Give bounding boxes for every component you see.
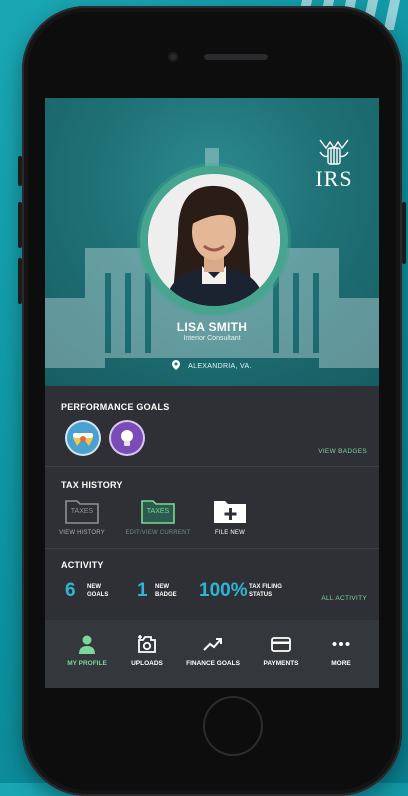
volume-button: [18, 202, 22, 248]
volume-button: [18, 156, 22, 186]
performance-goals-title: PERFORMANCE GOALS: [61, 402, 170, 412]
earpiece-speaker: [204, 54, 268, 60]
stat-value: 1: [137, 580, 148, 601]
tab-label: MY PROFILE: [67, 660, 107, 667]
badge-wings[interactable]: [67, 422, 99, 454]
activity-title: ACTIVITY: [61, 560, 104, 570]
tab-my-profile[interactable]: MY PROFILE: [55, 620, 119, 688]
front-camera: [168, 52, 178, 62]
stat-label: NEW GOALS: [87, 584, 109, 598]
tax-history-title: TAX HISTORY: [61, 480, 123, 490]
trend-up-icon: [203, 638, 222, 651]
profile-name: LISA SMITH: [176, 320, 248, 334]
file-new-button[interactable]: FILE NEW: [205, 498, 255, 536]
folder-label: TAXES: [146, 508, 170, 515]
folder-icon: TAXES: [141, 498, 175, 524]
tab-label: PAYMENTS: [263, 660, 299, 667]
avatar: [148, 174, 280, 306]
profile-hero: IRS LISA SMITH Interior Consultant ALEXA…: [45, 98, 379, 386]
eagle-icon: [319, 139, 349, 165]
camera-add-icon: [138, 635, 156, 653]
wings-badge-icon: [73, 433, 93, 446]
power-button: [402, 202, 406, 264]
stat-label: TAX FILING STATUS: [249, 584, 282, 598]
section-divider: [45, 548, 379, 549]
stat-value: 100%: [199, 580, 248, 601]
profile-avatar-ring[interactable]: [140, 166, 288, 314]
all-activity-link[interactable]: ALL ACTIVITY: [321, 595, 367, 602]
home-button[interactable]: [203, 696, 263, 756]
lightbulb-badge-icon: [121, 430, 133, 446]
tab-payments[interactable]: PAYMENTS: [251, 620, 311, 688]
profile-location: ALEXANDRIA, VA.: [45, 360, 379, 370]
person-icon: [79, 635, 95, 654]
irs-logo: IRS: [313, 136, 355, 190]
volume-button: [18, 258, 22, 304]
folder-label: TAXES: [70, 508, 94, 515]
stat-value: 6: [65, 580, 76, 601]
stat-label: NEW BADGE: [155, 584, 177, 598]
edit-view-current-label: EDIT/VIEW CURRENT: [125, 530, 191, 536]
more-dots-icon: [332, 642, 350, 646]
portrait-image: [148, 174, 280, 306]
view-badges-link[interactable]: VIEW BADGES: [318, 448, 367, 455]
view-history-button[interactable]: TAXES VIEW HISTORY: [57, 498, 107, 536]
section-divider: [45, 466, 379, 467]
badge-lightbulb[interactable]: [111, 422, 143, 454]
credit-card-icon: [271, 637, 291, 652]
tab-label: UPLOADS: [131, 660, 163, 667]
folder-icon: TAXES: [65, 498, 99, 524]
app-screen: IRS LISA SMITH Interior Consultant ALEXA…: [45, 98, 379, 688]
tab-finance-goals[interactable]: FINANCE GOALS: [177, 620, 249, 688]
tab-label: FINANCE GOALS: [186, 660, 240, 667]
location-text: ALEXANDRIA, VA.: [188, 363, 252, 370]
view-history-label: VIEW HISTORY: [59, 530, 105, 536]
file-new-label: FILE NEW: [215, 530, 245, 536]
irs-logo-text: IRS: [315, 166, 353, 191]
decorative-stripe: [383, 0, 403, 30]
location-pin-icon: [172, 360, 181, 370]
tab-more[interactable]: MORE: [313, 620, 369, 688]
profile-role: Interior Consultant: [183, 335, 241, 342]
edit-view-current-button[interactable]: TAXES EDIT/VIEW CURRENT: [121, 498, 195, 536]
bottom-tab-bar: MY PROFILE UPLOADS FINANCE GOALS PAYMENT…: [45, 620, 379, 688]
tab-uploads[interactable]: UPLOADS: [119, 620, 175, 688]
folder-add-icon: [213, 498, 247, 524]
tab-label: MORE: [331, 660, 351, 667]
